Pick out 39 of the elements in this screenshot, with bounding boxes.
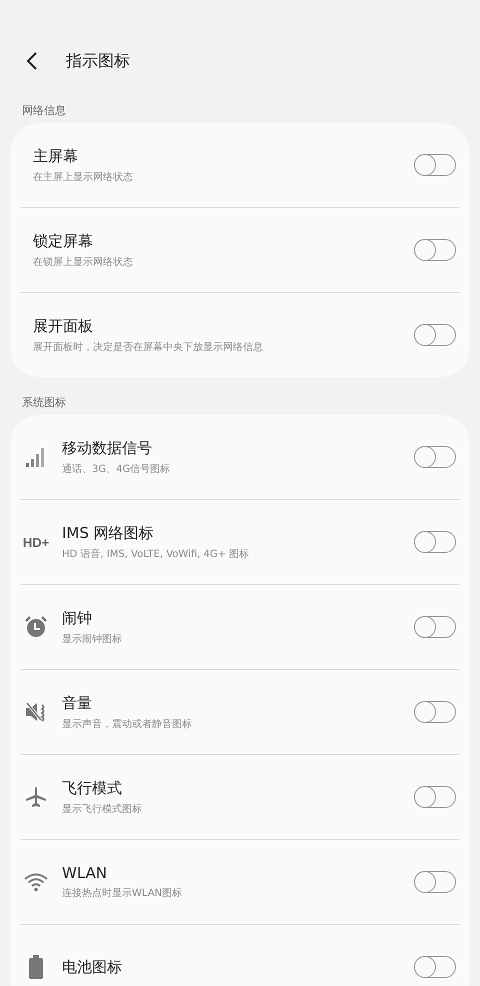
- back-icon[interactable]: [26, 51, 38, 71]
- setting-description: 在主屏上显示网络状态: [33, 170, 134, 184]
- setting-title: 飞行模式: [62, 778, 123, 798]
- setting-title: 电池图标: [62, 958, 123, 976]
- wifi-icon: [24, 872, 48, 892]
- setting-title: 展开面板: [33, 316, 94, 336]
- setting-description: 在锁屏上显示网络状态: [33, 256, 134, 268]
- setting-title: 主屏幕: [33, 146, 79, 166]
- toggle-switch[interactable]: [414, 154, 456, 176]
- section-label: 系统图标: [21, 395, 67, 411]
- setting-description: 连接热点时显示WLAN图标: [62, 886, 184, 900]
- setting-description: 显示飞行模式图标: [62, 802, 143, 816]
- setting-description: 显示声音，震动或者静音图标: [62, 718, 193, 730]
- toggle-switch[interactable]: [414, 956, 456, 978]
- setting-title: 闹钟: [62, 608, 93, 628]
- toggle-switch[interactable]: [414, 786, 456, 808]
- hd-icon: HD+: [22, 534, 50, 550]
- setting-title: IMS 网络图标: [62, 524, 155, 542]
- signal-icon: [25, 446, 47, 468]
- setting-description: HD 语音, IMS, VoLTE, VoWifi, 4G+ 图标: [62, 548, 250, 560]
- setting-title: 移动数据信号: [62, 438, 153, 458]
- toggle-switch[interactable]: [414, 239, 456, 261]
- toggle-switch[interactable]: [414, 446, 456, 468]
- setting-description: 通话、3G、4G信号图标: [62, 462, 172, 476]
- battery-icon: [28, 955, 44, 979]
- toggle-switch[interactable]: [414, 871, 456, 893]
- setting-title: 锁定屏幕: [33, 232, 94, 250]
- airplane-icon: [25, 786, 47, 808]
- alarm-clock-icon: [24, 615, 48, 639]
- section-label: 网络信息: [21, 103, 67, 119]
- toggle-switch[interactable]: [414, 616, 456, 638]
- toggle-switch[interactable]: [414, 324, 456, 346]
- page-title: 指示图标: [66, 50, 130, 72]
- toggle-switch[interactable]: [414, 531, 456, 553]
- toggle-switch[interactable]: [414, 701, 456, 723]
- setting-description: 显示闹钟图标: [62, 632, 123, 646]
- setting-description: 展开面板时，决定是否在屏幕中央下放显示网络信息: [33, 340, 264, 354]
- setting-title: WLAN: [62, 864, 108, 882]
- setting-title: 音量: [62, 694, 93, 712]
